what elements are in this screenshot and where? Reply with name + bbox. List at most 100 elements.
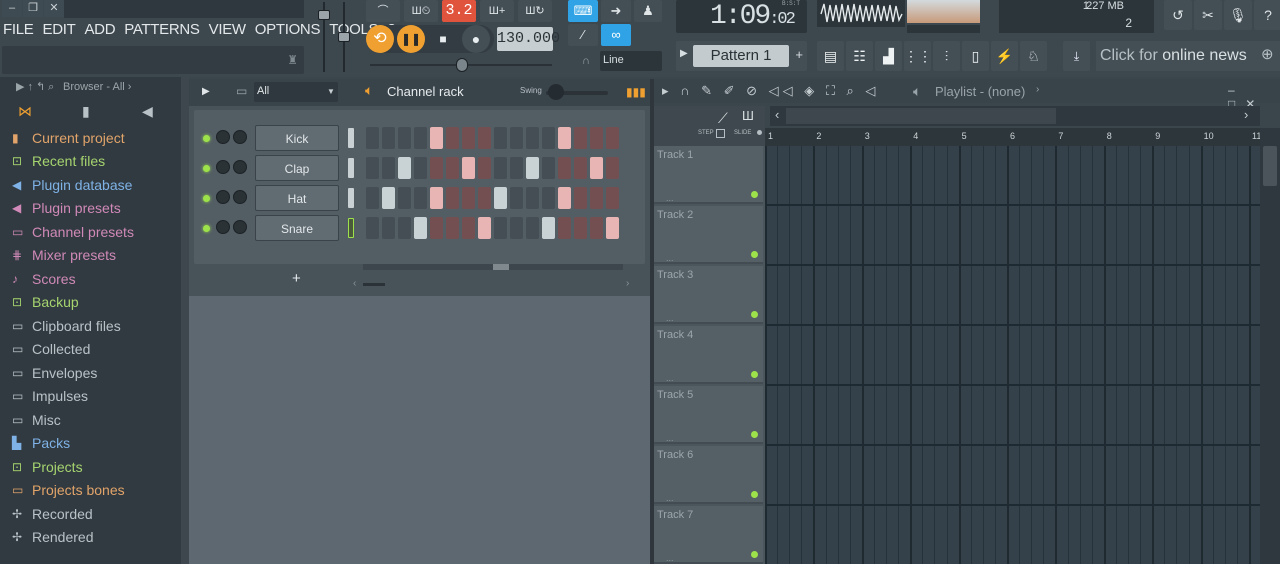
step-button[interactable] xyxy=(606,127,619,149)
browser-item[interactable]: ◀ Plugin presets xyxy=(0,197,181,221)
channel-select-indicator[interactable] xyxy=(348,188,354,208)
track-header[interactable]: Track 4... xyxy=(654,326,763,384)
channel-select-indicator[interactable] xyxy=(348,218,354,238)
step-button[interactable] xyxy=(526,127,539,149)
menu-patterns[interactable]: PATTERNS xyxy=(124,21,200,38)
microphone-icon[interactable]: 🎙 xyxy=(1224,0,1252,30)
slide-radio[interactable] xyxy=(757,130,762,135)
step-button[interactable] xyxy=(462,217,475,239)
step-button[interactable] xyxy=(494,217,507,239)
channel-mute-led[interactable] xyxy=(203,195,210,202)
menu-view[interactable]: VIEW xyxy=(209,21,246,38)
close-button[interactable]: ✕ xyxy=(44,0,64,17)
graph-editor-icon[interactable]: ▮▮▮ xyxy=(626,85,646,99)
swing-knob[interactable] xyxy=(548,84,564,100)
pattern-menu-icon[interactable]: ▶ xyxy=(680,48,688,59)
step-button[interactable] xyxy=(574,127,587,149)
channel-mute-led[interactable] xyxy=(203,165,210,172)
step-button[interactable] xyxy=(478,157,491,179)
pattern-counter[interactable]: 3.2 xyxy=(442,0,476,22)
track-enable-led[interactable] xyxy=(751,311,758,318)
record-button[interactable]: ● xyxy=(462,25,490,53)
step-button[interactable] xyxy=(462,187,475,209)
step-button[interactable] xyxy=(510,187,523,209)
arrow-right-icon[interactable]: ➜ xyxy=(601,0,631,22)
track-enable-led[interactable] xyxy=(751,251,758,258)
performance-icon[interactable]: ♘ xyxy=(1020,41,1047,71)
browser-item[interactable]: ♪ Scores xyxy=(0,267,181,291)
master-volume-slider[interactable] xyxy=(318,2,330,72)
browser-item[interactable]: ▙ Packs xyxy=(0,432,181,456)
pattern-song-toggle-icon[interactable]: ⟲ xyxy=(366,25,394,53)
track-header[interactable]: Track 5... xyxy=(654,386,763,444)
browser-item[interactable]: ⋕ Mixer presets xyxy=(0,244,181,268)
track-header[interactable]: Track 2... xyxy=(654,206,763,264)
main-pitch-slider[interactable] xyxy=(370,58,552,72)
channel-volume-knob[interactable] xyxy=(233,130,247,144)
menu-options[interactable]: OPTIONS xyxy=(255,21,321,38)
step-button[interactable] xyxy=(606,187,619,209)
step-button[interactable] xyxy=(542,187,555,209)
browser-item[interactable]: ▭ Misc xyxy=(0,408,181,432)
browser-icon[interactable]: ▯ xyxy=(962,41,989,71)
step-button[interactable] xyxy=(574,187,587,209)
track-header[interactable]: Track 7... xyxy=(654,506,763,564)
step-button[interactable] xyxy=(366,127,379,149)
playlist-tool-icons[interactable]: ▸ ∩ ✎ ✐ ⊘ ◁◁ ◈ ⛶ ⌕ ◁ xyxy=(662,83,879,99)
step-button[interactable] xyxy=(398,157,411,179)
scroll-left-icon[interactable]: ‹ xyxy=(353,278,356,289)
restore-button[interactable]: ❐ xyxy=(23,0,43,17)
step-button[interactable] xyxy=(446,187,459,209)
step-button[interactable] xyxy=(590,217,603,239)
step-button[interactable] xyxy=(382,187,395,209)
step-button[interactable] xyxy=(446,157,459,179)
scroll-thumb[interactable] xyxy=(363,283,385,286)
menu-add[interactable]: ADD xyxy=(84,21,115,38)
channel-pan-knob[interactable] xyxy=(216,160,230,174)
rack-scrollbar[interactable] xyxy=(363,264,623,270)
track-enable-led[interactable] xyxy=(751,371,758,378)
channel-volume-knob[interactable] xyxy=(233,190,247,204)
undo-icon[interactable]: ↺ xyxy=(1164,0,1192,30)
step-button[interactable] xyxy=(574,217,587,239)
step-button[interactable] xyxy=(398,187,411,209)
playlist-horizontal-scroll[interactable] xyxy=(770,106,1260,126)
step-button[interactable] xyxy=(558,187,571,209)
step-button[interactable] xyxy=(590,127,603,149)
browser-item[interactable]: ⊡ Projects xyxy=(0,455,181,479)
scroll-left-icon[interactable]: ‹ xyxy=(775,107,779,122)
browser-item[interactable]: ✢ Recorded xyxy=(0,502,181,526)
online-news[interactable]: Click for online news xyxy=(1096,41,1280,71)
snap-icon[interactable]: ⟋ xyxy=(718,110,728,127)
step-button[interactable] xyxy=(446,127,459,149)
master-pitch-slider[interactable] xyxy=(338,2,350,72)
channel-name-button[interactable]: Hat xyxy=(255,185,339,211)
help-icon[interactable]: ? xyxy=(1254,0,1280,30)
step-button[interactable] xyxy=(526,157,539,179)
browser-item[interactable]: ▭ Clipboard files xyxy=(0,314,181,338)
track-enable-led[interactable] xyxy=(751,491,758,498)
step-button[interactable] xyxy=(606,217,619,239)
channel-pan-knob[interactable] xyxy=(216,130,230,144)
snap-select[interactable]: Line xyxy=(600,51,662,71)
step-button[interactable] xyxy=(430,217,443,239)
step-button[interactable] xyxy=(478,127,491,149)
pause-button[interactable]: ❚❚ xyxy=(397,25,425,53)
browser-item[interactable]: ▭ Envelopes xyxy=(0,361,181,385)
channel-select-indicator[interactable] xyxy=(348,128,354,148)
step-button[interactable] xyxy=(366,217,379,239)
all-tab-icon[interactable]: ⋈ xyxy=(18,103,32,120)
browser-item[interactable]: ▭ Projects bones xyxy=(0,479,181,503)
step-button[interactable] xyxy=(590,157,603,179)
step-button[interactable] xyxy=(398,217,411,239)
link-icon[interactable]: ∞ xyxy=(601,24,631,46)
browser-item[interactable]: ▮ Current project xyxy=(0,126,181,150)
step-button[interactable] xyxy=(510,157,523,179)
plugin-picker-icon[interactable]: ⚡ xyxy=(991,41,1018,71)
menu-edit[interactable]: EDIT xyxy=(42,21,75,38)
browser-item[interactable]: ▭ Collected xyxy=(0,338,181,362)
track-header[interactable]: Track 6... xyxy=(654,446,763,504)
playlist-window-icon[interactable]: ▤ xyxy=(817,41,844,71)
track-enable-led[interactable] xyxy=(751,551,758,558)
files-tab-icon[interactable]: ▮ xyxy=(82,103,90,120)
